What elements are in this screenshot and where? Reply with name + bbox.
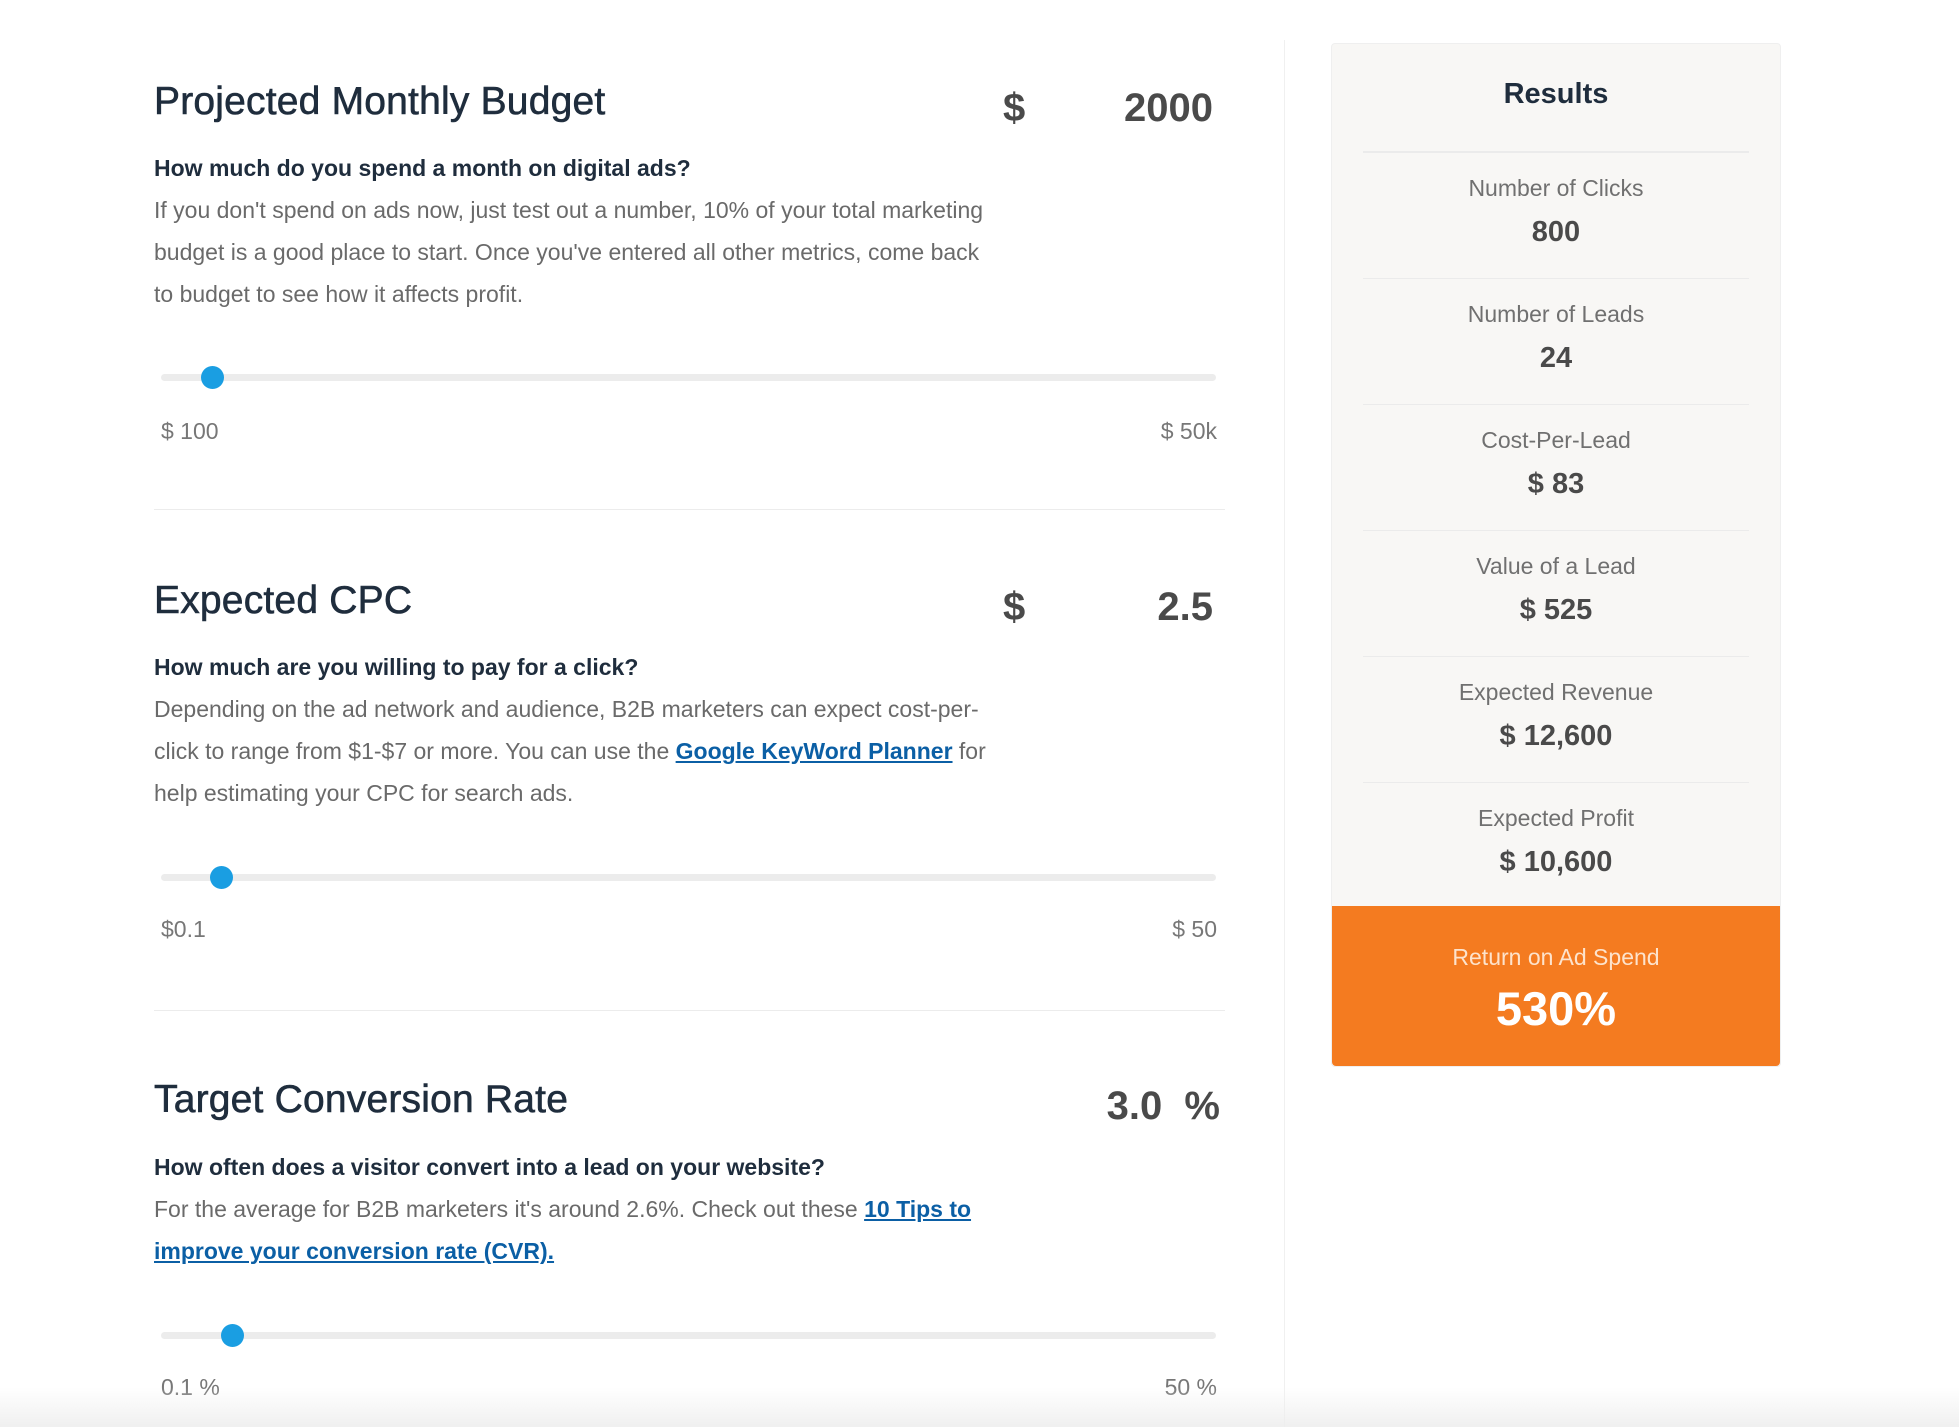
- conversion-slider[interactable]: [161, 1315, 1216, 1355]
- slider-min-label: $ 100: [161, 418, 219, 444]
- section-description: If you don't spend on ads now, just test…: [154, 197, 984, 307]
- slider-min-label: 0.1 %: [161, 1374, 220, 1400]
- section-question: How often does a visitor convert into a …: [154, 1154, 825, 1180]
- section-divider: [154, 509, 1225, 510]
- result-row-revenue: Expected Revenue $ 12,600: [1363, 657, 1749, 783]
- result-value: $ 10,600: [1499, 846, 1613, 878]
- budget-value-input[interactable]: 2000: [1124, 86, 1213, 131]
- result-value: $ 83: [1527, 468, 1585, 500]
- column-divider: [1284, 40, 1285, 1427]
- slider-max-label: 50 %: [1164, 1374, 1217, 1400]
- slider-track[interactable]: [161, 874, 1216, 881]
- roas-value: 530%: [1495, 982, 1617, 1035]
- result-row-lead-value: Value of a Lead $ 525: [1363, 531, 1749, 657]
- result-label: Cost-Per-Lead: [1481, 427, 1631, 453]
- section-description: For the average for B2B marketers it's a…: [154, 1188, 994, 1272]
- result-label: Expected Revenue: [1458, 679, 1654, 705]
- percent-symbol: %: [1184, 1084, 1220, 1128]
- budget-value: 2000: [1124, 86, 1213, 130]
- slider-track[interactable]: [161, 374, 1216, 381]
- slider-max-label: $ 50: [1172, 916, 1217, 942]
- cpc-slider[interactable]: [161, 857, 1216, 897]
- result-row-cost-per-lead: Cost-Per-Lead $ 83: [1363, 405, 1749, 531]
- section-description: Depending on the ad network and audience…: [154, 688, 994, 814]
- section-title: Projected Monthly Budget: [154, 80, 606, 124]
- section-divider: [154, 1010, 1225, 1011]
- slider-thumb[interactable]: [210, 866, 234, 889]
- currency-symbol: $: [1003, 86, 1026, 130]
- slider-track[interactable]: [161, 1332, 1216, 1339]
- cpc-value: 2.5: [1157, 585, 1213, 629]
- results-panel: Results Number of Clicks 800 Number of L…: [1331, 43, 1781, 1067]
- result-row-profit: Expected Profit $ 10,600: [1363, 783, 1749, 909]
- result-row-clicks: Number of Clicks 800: [1363, 153, 1749, 279]
- slider-max-label: $ 50k: [1160, 418, 1217, 444]
- section-title: Expected CPC: [154, 579, 413, 623]
- section-question: How much are you willing to pay for a cl…: [154, 654, 639, 680]
- bottom-fade: [0, 1387, 1959, 1427]
- budget-slider[interactable]: [161, 357, 1216, 397]
- roas-box: Return on Ad Spend 530%: [1332, 906, 1780, 1066]
- keyword-planner-link[interactable]: Google KeyWord Planner: [676, 738, 953, 764]
- slider-thumb[interactable]: [220, 1324, 244, 1347]
- result-value: 24: [1539, 342, 1573, 374]
- cpc-value-input[interactable]: 2.5: [1157, 585, 1213, 630]
- roas-label: Return on Ad Spend: [1452, 944, 1660, 970]
- result-value: $ 525: [1519, 594, 1593, 626]
- section-title: Target Conversion Rate: [154, 1078, 569, 1122]
- result-label: Number of Clicks: [1468, 175, 1644, 201]
- result-label: Expected Profit: [1478, 805, 1634, 831]
- slider-min-label: $0.1: [161, 916, 206, 942]
- description-text: For the average for B2B marketers it's a…: [154, 1196, 865, 1222]
- result-row-leads: Number of Leads 24: [1363, 279, 1749, 405]
- section-question: How much do you spend a month on digital…: [154, 155, 691, 181]
- conversion-value: 3.0: [1106, 1084, 1163, 1128]
- results-title: Results: [1503, 78, 1609, 110]
- currency-symbol: $: [1003, 585, 1026, 629]
- slider-thumb[interactable]: [200, 366, 224, 389]
- result-label: Value of a Lead: [1476, 553, 1636, 579]
- result-label: Number of Leads: [1467, 301, 1645, 327]
- result-value: 800: [1531, 216, 1581, 248]
- result-value: $ 12,600: [1499, 720, 1613, 752]
- conversion-value-input[interactable]: 3.0 %: [1107, 1084, 1220, 1129]
